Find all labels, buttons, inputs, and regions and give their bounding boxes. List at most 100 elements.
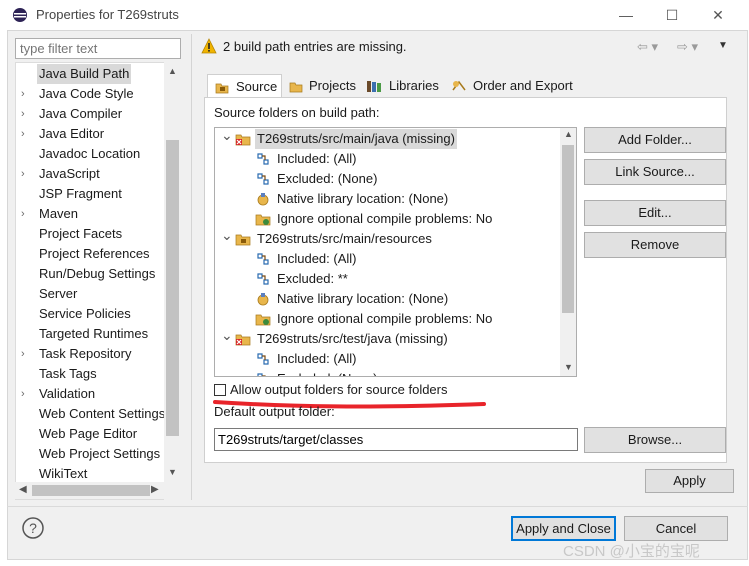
- source-folders-tree[interactable]: ⌄ T269struts/src/main/java (missing) Inclu…: [214, 127, 577, 377]
- source-folder-icon: [215, 83, 229, 94]
- filter-icon: [255, 371, 271, 376]
- tree-item-label: Excluded: (None): [277, 369, 377, 376]
- compile-settings-icon: [255, 211, 271, 227]
- expand-arrow-icon[interactable]: ›: [21, 124, 31, 144]
- nav-item-label: Targeted Runtimes: [39, 326, 149, 341]
- default-output-field[interactable]: [214, 428, 578, 451]
- status-message: 2 build path entries are missing.: [223, 39, 407, 54]
- nav-item-label: Service Policies: [39, 306, 131, 321]
- apply-button[interactable]: Apply: [645, 469, 734, 493]
- sash-divider[interactable]: [191, 34, 192, 500]
- nav-scroll-thumb[interactable]: [166, 140, 179, 436]
- compile-settings-icon: [255, 311, 271, 327]
- allow-output-folders-checkbox[interactable]: [214, 384, 226, 396]
- collapse-arrow-icon[interactable]: ⌄: [221, 325, 233, 345]
- tree-item-label: Included: (All): [277, 151, 357, 166]
- collapse-arrow-icon[interactable]: ⌄: [221, 225, 233, 245]
- native-library-icon: [255, 191, 271, 207]
- tab-projects[interactable]: Projects: [287, 74, 359, 98]
- expand-arrow-icon[interactable]: ›: [21, 84, 31, 104]
- expand-arrow-icon[interactable]: ›: [21, 204, 31, 224]
- link-source-button[interactable]: Link Source...: [584, 159, 726, 185]
- allow-output-folders-label[interactable]: Allow output folders for source folders: [230, 382, 448, 397]
- edit-button[interactable]: Edit...: [584, 200, 726, 226]
- nav-item-label: JSP Fragment: [39, 186, 122, 201]
- close-button[interactable]: ✕: [695, 4, 741, 26]
- filter-icon: [255, 271, 271, 287]
- expand-arrow-icon[interactable]: ›: [21, 344, 31, 364]
- tab-order-and-export[interactable]: Order and Export: [449, 74, 581, 98]
- scroll-down-icon[interactable]: ▼: [168, 467, 177, 477]
- view-menu-icon[interactable]: ▼: [718, 40, 728, 51]
- minimize-button[interactable]: —: [603, 4, 649, 26]
- back-arrow-icon[interactable]: ⇦ ▾: [637, 39, 658, 55]
- filter-icon: [255, 351, 271, 367]
- nav-item-label: Java Code Style: [39, 86, 134, 101]
- cancel-button[interactable]: Cancel: [624, 516, 728, 541]
- nav-item-label: Project Facets: [39, 226, 123, 241]
- svg-text:?: ?: [29, 520, 37, 536]
- scroll-up-icon[interactable]: ▲: [168, 66, 177, 76]
- watermark: CSDN @小宝的宝呢: [563, 543, 700, 560]
- footer-divider: [7, 506, 748, 507]
- add-folder-button[interactable]: Add Folder...: [584, 127, 726, 153]
- project-icon: [289, 82, 303, 93]
- tree-item-label: Excluded: **: [277, 271, 348, 286]
- tree-item-label: Excluded: (None): [277, 171, 378, 186]
- nav-item-label: Java Editor: [39, 126, 105, 141]
- nav-item-label: Web Content Settings: [39, 406, 166, 421]
- tree-item-label: T269struts/src/test/java (missing): [257, 331, 448, 346]
- maximize-button[interactable]: ☐: [649, 4, 695, 26]
- tab-libraries[interactable]: Libraries: [364, 74, 442, 98]
- nav-item-label: Task Tags: [39, 366, 97, 381]
- nav-item-label: Java Compiler: [39, 106, 123, 121]
- filter-icon: [255, 251, 271, 267]
- scroll-right-icon[interactable]: ▶: [151, 484, 159, 495]
- tree-item-label: Native library location: (None): [277, 291, 449, 306]
- eclipse-icon: [13, 8, 27, 22]
- browse-button[interactable]: Browse...: [584, 427, 726, 453]
- default-output-label: Default output folder:: [214, 404, 335, 419]
- tree-item-label: T269struts/src/main/java (missing): [255, 129, 457, 149]
- expand-arrow-icon[interactable]: ›: [21, 104, 31, 124]
- nav-item-label: Task Repository: [39, 346, 132, 361]
- source-tree-scrollbar[interactable]: ▲ ▼: [560, 128, 576, 376]
- warning-icon: [201, 38, 217, 54]
- nav-item-label: Maven: [39, 206, 79, 221]
- nav-item-label: JavaScript: [39, 166, 100, 181]
- tree-item-label: Included: (All): [277, 251, 357, 266]
- expand-arrow-icon[interactable]: ›: [21, 384, 31, 404]
- collapse-arrow-icon[interactable]: ⌄: [221, 128, 233, 145]
- nav-item-label: Java Build Path: [37, 64, 132, 84]
- source-folders-heading: Source folders on build path:: [214, 105, 380, 120]
- nav-hscroll-thumb[interactable]: [32, 485, 150, 496]
- scroll-up-icon[interactable]: ▲: [564, 129, 573, 139]
- tree-item-label: Included: (All): [277, 351, 357, 366]
- filter-icon: [255, 151, 271, 167]
- apply-and-close-button[interactable]: Apply and Close: [511, 516, 616, 541]
- window-title: Properties for T269struts: [36, 7, 179, 22]
- tree-item-label: Native library location: (None): [277, 191, 449, 206]
- nav-item-label: Web Project Settings: [39, 446, 161, 461]
- missing-folder-icon: [235, 331, 251, 347]
- expand-arrow-icon[interactable]: ›: [21, 164, 31, 184]
- forward-arrow-icon[interactable]: ⇨ ▾: [677, 39, 698, 55]
- nav-item-label: Javadoc Location: [39, 146, 141, 161]
- scroll-left-icon[interactable]: ◀: [19, 484, 27, 495]
- nav-item-label: Server: [39, 286, 78, 301]
- nav-item-label: Validation: [39, 386, 96, 401]
- nav-tree: Java Build Path › Java Code Style › Java Com…: [15, 62, 181, 500]
- help-icon[interactable]: ?: [21, 516, 45, 540]
- native-library-icon: [255, 291, 271, 307]
- nav-item-label: WikiText: [39, 466, 88, 481]
- tab-source[interactable]: Source: [207, 74, 282, 98]
- order-export-icon: [452, 80, 466, 91]
- title-bar: Properties for T269struts — ☐ ✕: [0, 0, 749, 30]
- scroll-down-icon[interactable]: ▼: [564, 362, 573, 372]
- remove-button[interactable]: Remove: [584, 232, 726, 258]
- source-folder-icon: [235, 231, 251, 247]
- nav-item-label: Web Page Editor: [39, 426, 138, 441]
- source-tree-scroll-thumb[interactable]: [562, 145, 574, 313]
- filter-input[interactable]: [15, 38, 181, 59]
- nav-item-label: Project References: [39, 246, 150, 261]
